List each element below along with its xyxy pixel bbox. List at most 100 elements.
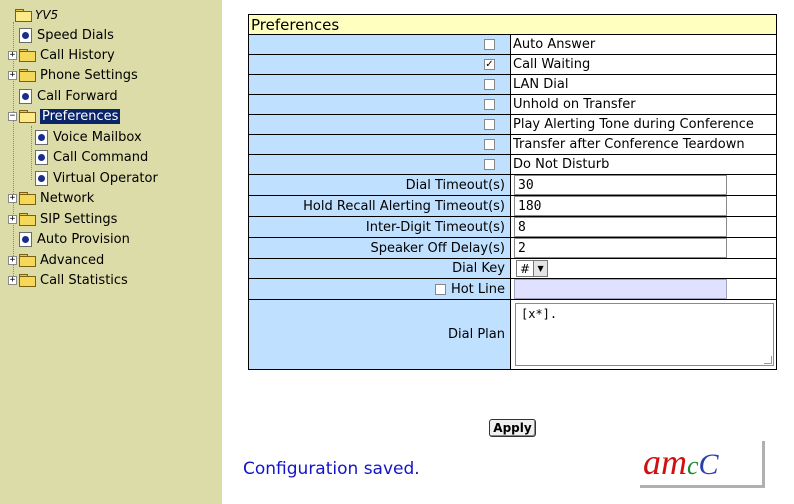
folder-icon — [19, 49, 36, 62]
pref-row-call-waiting: ✓ Call Waiting — [248, 54, 777, 75]
lan-dial-label: LAN Dial — [510, 74, 777, 95]
pref-row-speaker-off: Speaker Off Delay(s) — [248, 237, 777, 259]
pref-row-auto-answer: Auto Answer — [248, 34, 777, 55]
do-not-disturb-label: Do Not Disturb — [510, 154, 777, 175]
tree-item-label: Preferences — [40, 108, 121, 124]
auto-answer-label: Auto Answer — [510, 34, 777, 55]
pref-row-hot-line: Hot Line — [248, 278, 777, 300]
tree-item-label: Network — [40, 190, 95, 206]
collapse-icon[interactable]: − — [8, 111, 17, 121]
pref-row-play-alerting-tone: Play Alerting Tone during Conference — [248, 114, 777, 135]
input-cell — [510, 237, 777, 259]
dial-timeout-input[interactable] — [514, 175, 727, 195]
input-cell — [510, 195, 777, 217]
hold-recall-label: Hold Recall Alerting Timeout(s) — [248, 195, 511, 217]
textarea-cell: [x*]. — [510, 299, 777, 370]
tree-item-phone-settings[interactable]: + Phone Settings — [8, 66, 138, 84]
folder-icon — [19, 274, 36, 287]
page-icon — [19, 231, 32, 247]
expand-icon[interactable]: + — [8, 193, 17, 203]
tree-item-call-history[interactable]: + Call History — [8, 46, 115, 64]
resize-grip-icon[interactable] — [764, 356, 772, 364]
play-alerting-tone-checkbox[interactable] — [484, 119, 495, 130]
page-icon — [19, 27, 32, 43]
hot-line-label: Hot Line — [450, 281, 505, 297]
hold-recall-input[interactable] — [514, 196, 727, 216]
checkbox-cell — [248, 134, 511, 155]
unhold-on-transfer-label: Unhold on Transfer — [510, 94, 777, 115]
tree-item-call-forward[interactable]: Call Forward — [8, 87, 118, 105]
expand-icon[interactable]: + — [8, 214, 17, 224]
pref-row-do-not-disturb: Do Not Disturb — [248, 154, 777, 175]
call-waiting-checkbox[interactable]: ✓ — [484, 59, 495, 70]
play-alerting-tone-label: Play Alerting Tone during Conference — [510, 114, 777, 135]
speaker-off-label: Speaker Off Delay(s) — [248, 237, 511, 259]
tree-root-yv5[interactable]: YV5 — [4, 6, 58, 24]
tree-item-voice-mailbox[interactable]: Voice Mailbox — [35, 128, 142, 146]
folder-open-icon — [15, 9, 32, 22]
tree-item-label: Call Statistics — [40, 272, 128, 288]
tree-item-call-statistics[interactable]: + Call Statistics — [8, 271, 128, 289]
tree-item-speed-dials[interactable]: Speed Dials — [8, 26, 114, 44]
hot-line-cell: Hot Line — [248, 278, 511, 300]
tree-item-label: Auto Provision — [37, 231, 130, 247]
logo-letter-c: c — [687, 451, 699, 480]
checkbox-cell — [248, 74, 511, 95]
tree-item-preferences[interactable]: − Preferences — [8, 107, 121, 125]
status-message: Configuration saved. — [243, 459, 420, 479]
preferences-title: Preferences — [248, 14, 777, 35]
pref-row-unhold-on-transfer: Unhold on Transfer — [248, 94, 777, 115]
folder-open-icon — [19, 110, 36, 123]
dial-plan-label: Dial Plan — [248, 299, 511, 370]
apply-button[interactable]: Apply — [489, 419, 536, 437]
page-icon — [35, 170, 48, 186]
dial-key-select[interactable]: # ▼ — [516, 260, 549, 277]
hot-line-input — [514, 279, 727, 299]
inter-digit-input[interactable] — [514, 217, 727, 237]
select-cell: # ▼ — [510, 258, 777, 279]
tree-item-sip-settings[interactable]: + SIP Settings — [8, 210, 117, 228]
tree-item-auto-provision[interactable]: Auto Provision — [8, 230, 130, 248]
tree-item-label: Call Forward — [37, 88, 118, 104]
pref-row-dial-plan: Dial Plan [x*]. — [248, 299, 777, 370]
logo-letter-a: a — [643, 442, 661, 482]
hot-line-checkbox[interactable] — [434, 283, 446, 295]
logo-letter-m: m — [661, 442, 687, 482]
folder-icon — [19, 192, 36, 205]
checkbox-cell — [248, 94, 511, 115]
folder-icon — [19, 213, 36, 226]
tree-item-label: Speed Dials — [37, 27, 114, 43]
tree-item-network[interactable]: + Network — [8, 189, 94, 207]
transfer-after-teardown-checkbox[interactable] — [484, 139, 495, 150]
expand-icon[interactable]: + — [8, 275, 17, 285]
checkbox-cell — [248, 154, 511, 175]
expand-icon[interactable]: + — [8, 70, 17, 80]
tree-item-label: SIP Settings — [40, 211, 118, 227]
unhold-on-transfer-checkbox[interactable] — [484, 99, 495, 110]
checkbox-cell — [248, 114, 511, 135]
do-not-disturb-checkbox[interactable] — [484, 159, 495, 170]
tree-item-advanced[interactable]: + Advanced — [8, 251, 104, 269]
tree-item-virtual-operator[interactable]: Virtual Operator — [35, 169, 158, 187]
input-cell — [510, 174, 777, 196]
expand-icon[interactable]: + — [8, 255, 17, 265]
expand-icon[interactable]: + — [8, 50, 17, 60]
pref-row-dial-key: Dial Key # ▼ — [248, 258, 777, 279]
tree-item-label: Call Command — [53, 149, 149, 165]
checkbox-cell — [248, 34, 511, 55]
pref-row-hold-recall: Hold Recall Alerting Timeout(s) — [248, 195, 777, 217]
tree-root-label: YV5 — [35, 8, 59, 22]
inter-digit-label: Inter-Digit Timeout(s) — [248, 216, 511, 238]
dial-plan-textarea[interactable]: [x*]. — [515, 303, 774, 366]
auto-answer-checkbox[interactable] — [484, 39, 495, 50]
chevron-down-icon[interactable]: ▼ — [533, 261, 548, 276]
preferences-table: Preferences Auto Answer ✓ Call Waiting L… — [248, 14, 777, 370]
logo-letter-C: C — [698, 448, 719, 481]
dial-key-label: Dial Key — [248, 258, 511, 279]
tree-item-call-command[interactable]: Call Command — [35, 148, 148, 166]
tree-item-label: Virtual Operator — [53, 170, 158, 186]
lan-dial-checkbox[interactable] — [484, 79, 495, 90]
page-icon — [19, 88, 32, 104]
speaker-off-input[interactable] — [514, 238, 727, 258]
folder-icon — [19, 254, 36, 267]
